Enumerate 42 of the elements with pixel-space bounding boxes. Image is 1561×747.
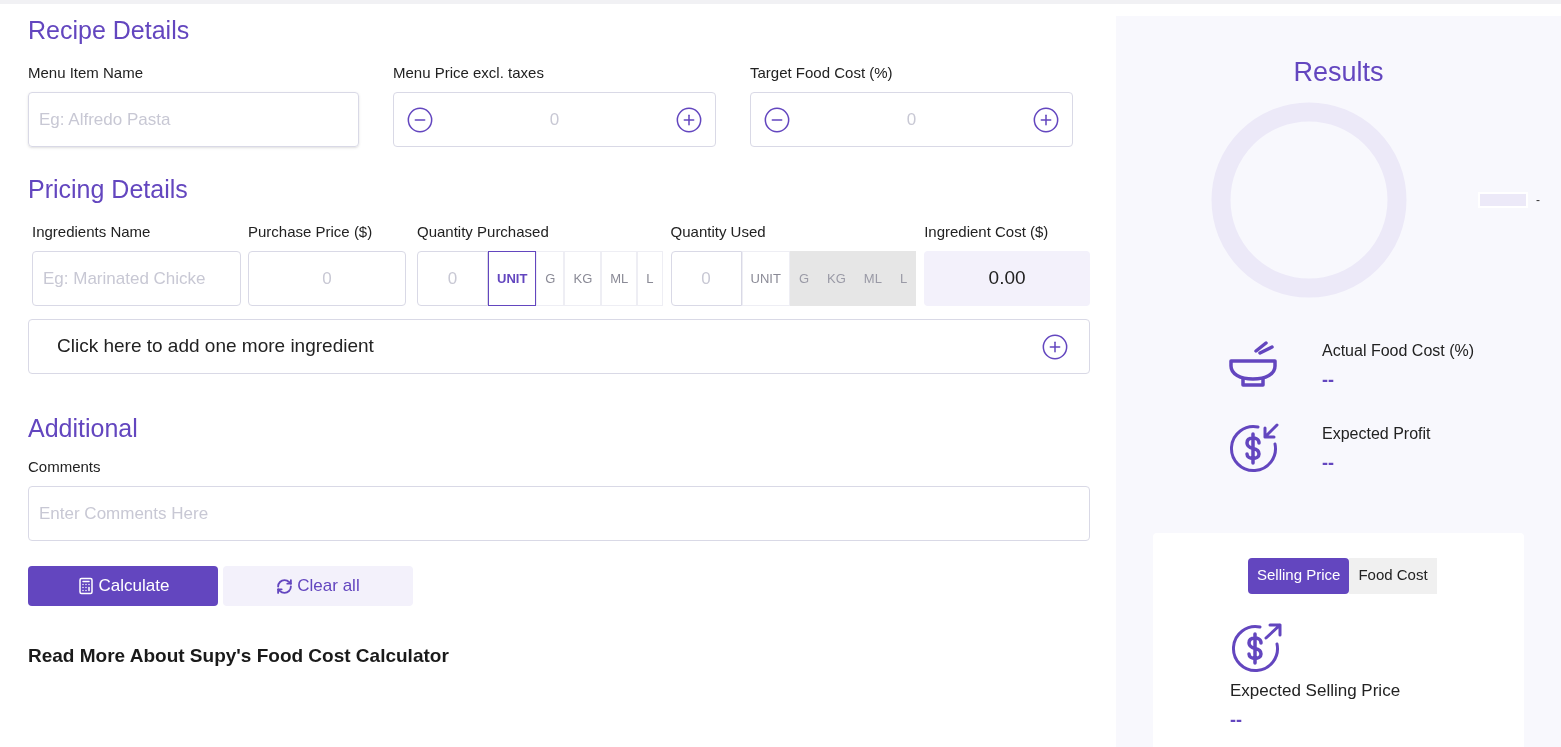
- field-label: Menu Price excl. taxes: [393, 62, 545, 83]
- clear-all-button[interactable]: Clear all: [223, 566, 413, 606]
- metric-value: --: [1230, 709, 1243, 732]
- section-title: Additional: [28, 413, 139, 444]
- plus-icon[interactable]: [675, 105, 703, 134]
- field-label: Ingredient Cost ($): [924, 221, 1050, 242]
- unit-toggle[interactable]: L: [637, 251, 663, 306]
- field-label: Comments: [28, 456, 102, 477]
- results-title: Results: [1292, 56, 1385, 89]
- metric-label: Actual Food Cost (%): [1322, 340, 1475, 361]
- dollar-arrow-out-icon: [1230, 621, 1284, 674]
- field-label: Menu Item Name: [28, 62, 145, 83]
- refresh-icon: [276, 577, 294, 595]
- minus-icon[interactable]: [406, 105, 434, 134]
- unit-toggle[interactable]: UNIT: [488, 251, 537, 306]
- unit-toggle[interactable]: G: [536, 251, 565, 306]
- metric-label: Expected Profit: [1322, 423, 1431, 444]
- metric-label: Expected Selling Price: [1230, 679, 1402, 702]
- section-title: Recipe Details: [28, 15, 191, 46]
- calculate-button[interactable]: Calculate: [28, 566, 218, 606]
- bowl-icon: [1228, 338, 1278, 389]
- unit-toggle[interactable]: ML: [601, 251, 638, 306]
- field-label: Quantity Used: [670, 221, 767, 242]
- result-tab[interactable]: Food Cost: [1349, 557, 1437, 594]
- metric-value: --: [1322, 368, 1335, 392]
- field-label: Ingredients Name: [32, 221, 152, 242]
- add-ingredient-button[interactable]: Click here to add one more ingredient: [28, 319, 1090, 374]
- ingredient-cost-value: 0.00: [924, 251, 1090, 306]
- unit-toggle[interactable]: KG: [564, 251, 602, 306]
- plus-icon[interactable]: [1032, 105, 1060, 134]
- result-tab[interactable]: Selling Price: [1248, 557, 1350, 594]
- read-more-link[interactable]: Read More About Supy's Food Cost Calculator: [28, 642, 449, 671]
- field-label: Quantity Purchased: [417, 221, 550, 242]
- section-title: Pricing Details: [28, 174, 189, 205]
- plus-icon[interactable]: [1041, 332, 1069, 361]
- legend-label: -: [1536, 191, 1540, 209]
- minus-icon[interactable]: [763, 105, 791, 134]
- field-label: Target Food Cost (%): [750, 62, 894, 83]
- metric-value: --: [1322, 451, 1335, 475]
- field-label: Purchase Price ($): [248, 221, 374, 242]
- unit-toggle[interactable]: UNIT: [741, 251, 790, 306]
- calculator-icon: [76, 577, 95, 595]
